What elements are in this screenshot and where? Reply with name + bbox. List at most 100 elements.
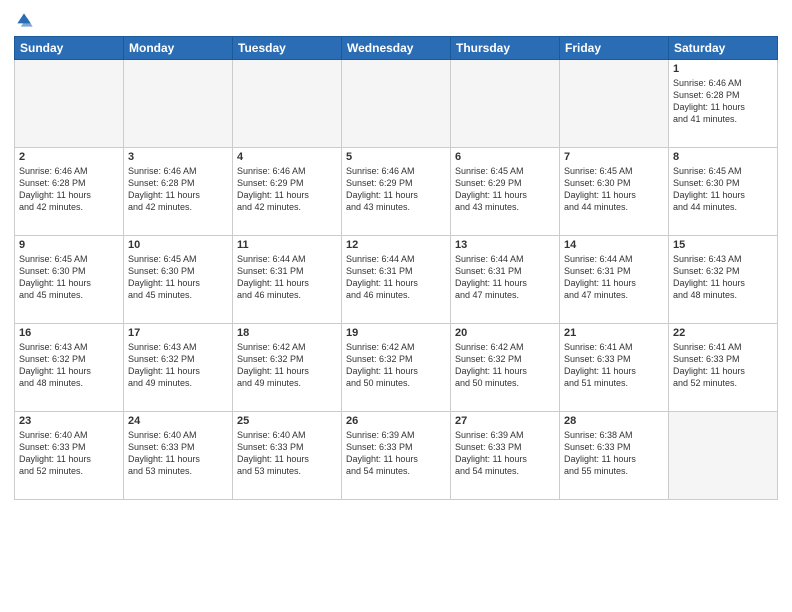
day-number: 7 [564,151,664,163]
day-number: 19 [346,327,446,339]
day-number: 22 [673,327,773,339]
weekday-header-saturday: Saturday [669,37,778,60]
weekday-header-thursday: Thursday [451,37,560,60]
day-cell: 3 Sunrise: 6:46 AM Sunset: 6:28 PM Daylig… [124,148,233,236]
day-info: Sunrise: 6:45 AM Sunset: 6:30 PM Dayligh… [19,253,119,302]
day-number: 18 [237,327,337,339]
week-row-4: 23 Sunrise: 6:40 AM Sunset: 6:33 PM Dayli… [15,412,778,500]
day-info: Sunrise: 6:42 AM Sunset: 6:32 PM Dayligh… [237,341,337,390]
day-cell: 4 Sunrise: 6:46 AM Sunset: 6:29 PM Daylig… [233,148,342,236]
day-number: 16 [19,327,119,339]
day-number: 8 [673,151,773,163]
day-info: Sunrise: 6:40 AM Sunset: 6:33 PM Dayligh… [128,429,228,478]
day-number: 26 [346,415,446,427]
weekday-header-row: SundayMondayTuesdayWednesdayThursdayFrid… [15,37,778,60]
day-cell: 8 Sunrise: 6:45 AM Sunset: 6:30 PM Daylig… [669,148,778,236]
day-number: 17 [128,327,228,339]
day-cell: 28 Sunrise: 6:38 AM Sunset: 6:33 PM Dayli… [560,412,669,500]
header [14,10,778,30]
day-number: 21 [564,327,664,339]
day-info: Sunrise: 6:45 AM Sunset: 6:30 PM Dayligh… [564,165,664,214]
day-info: Sunrise: 6:45 AM Sunset: 6:30 PM Dayligh… [673,165,773,214]
calendar-table: SundayMondayTuesdayWednesdayThursdayFrid… [14,36,778,500]
day-info: Sunrise: 6:39 AM Sunset: 6:33 PM Dayligh… [455,429,555,478]
day-info: Sunrise: 6:42 AM Sunset: 6:32 PM Dayligh… [455,341,555,390]
day-number: 13 [455,239,555,251]
day-number: 6 [455,151,555,163]
week-row-1: 2 Sunrise: 6:46 AM Sunset: 6:28 PM Daylig… [15,148,778,236]
logo-icon [14,10,34,30]
day-cell: 15Sunrise: 6:43 AM Sunset: 6:32 PM Dayli… [669,236,778,324]
day-number: 3 [128,151,228,163]
day-cell: 10 Sunrise: 6:45 AM Sunset: 6:30 PM Dayli… [124,236,233,324]
page: SundayMondayTuesdayWednesdayThursdayFrid… [0,0,792,612]
day-cell: 6 Sunrise: 6:45 AM Sunset: 6:29 PM Daylig… [451,148,560,236]
day-cell: 19 Sunrise: 6:42 AM Sunset: 6:32 PM Dayli… [342,324,451,412]
weekday-header-sunday: Sunday [15,37,124,60]
day-info: Sunrise: 6:40 AM Sunset: 6:33 PM Dayligh… [19,429,119,478]
day-cell: 9 Sunrise: 6:45 AM Sunset: 6:30 PM Daylig… [15,236,124,324]
day-cell: 24 Sunrise: 6:40 AM Sunset: 6:33 PM Dayli… [124,412,233,500]
day-info: Sunrise: 6:38 AM Sunset: 6:33 PM Dayligh… [564,429,664,478]
day-number: 2 [19,151,119,163]
day-cell: 25 Sunrise: 6:40 AM Sunset: 6:33 PM Dayli… [233,412,342,500]
day-number: 28 [564,415,664,427]
day-info: Sunrise: 6:44 AM Sunset: 6:31 PM Dayligh… [346,253,446,302]
day-cell: 7 Sunrise: 6:45 AM Sunset: 6:30 PM Daylig… [560,148,669,236]
day-cell: 26 Sunrise: 6:39 AM Sunset: 6:33 PM Dayli… [342,412,451,500]
week-row-2: 9 Sunrise: 6:45 AM Sunset: 6:30 PM Daylig… [15,236,778,324]
day-info: Sunrise: 6:46 AM Sunset: 6:28 PM Dayligh… [128,165,228,214]
day-cell [342,60,451,148]
day-number: 9 [19,239,119,251]
day-cell: 21 Sunrise: 6:41 AM Sunset: 6:33 PM Dayli… [560,324,669,412]
day-number: 1 [673,63,773,75]
logo [14,10,38,30]
day-cell: 27Sunrise: 6:39 AM Sunset: 6:33 PM Dayli… [451,412,560,500]
day-number: 20 [455,327,555,339]
day-number: 24 [128,415,228,427]
day-info: Sunrise: 6:44 AM Sunset: 6:31 PM Dayligh… [564,253,664,302]
day-cell: 18 Sunrise: 6:42 AM Sunset: 6:32 PM Dayli… [233,324,342,412]
day-info: Sunrise: 6:45 AM Sunset: 6:29 PM Dayligh… [455,165,555,214]
day-cell [124,60,233,148]
day-info: Sunrise: 6:42 AM Sunset: 6:32 PM Dayligh… [346,341,446,390]
day-info: Sunrise: 6:44 AM Sunset: 6:31 PM Dayligh… [237,253,337,302]
day-info: Sunrise: 6:46 AM Sunset: 6:28 PM Dayligh… [19,165,119,214]
day-number: 12 [346,239,446,251]
week-row-3: 16 Sunrise: 6:43 AM Sunset: 6:32 PM Dayli… [15,324,778,412]
day-info: Sunrise: 6:46 AM Sunset: 6:28 PM Dayligh… [673,77,773,126]
day-cell: 20 Sunrise: 6:42 AM Sunset: 6:32 PM Dayli… [451,324,560,412]
day-cell: 5Sunrise: 6:46 AM Sunset: 6:29 PM Daylig… [342,148,451,236]
day-number: 23 [19,415,119,427]
day-number: 25 [237,415,337,427]
day-info: Sunrise: 6:39 AM Sunset: 6:33 PM Dayligh… [346,429,446,478]
day-number: 10 [128,239,228,251]
day-cell [233,60,342,148]
day-cell: 1 Sunrise: 6:46 AM Sunset: 6:28 PM Daylig… [669,60,778,148]
day-cell: 17 Sunrise: 6:43 AM Sunset: 6:32 PM Dayli… [124,324,233,412]
day-info: Sunrise: 6:44 AM Sunset: 6:31 PM Dayligh… [455,253,555,302]
day-cell [560,60,669,148]
day-cell [451,60,560,148]
day-cell: 16 Sunrise: 6:43 AM Sunset: 6:32 PM Dayli… [15,324,124,412]
day-info: Sunrise: 6:45 AM Sunset: 6:30 PM Dayligh… [128,253,228,302]
day-info: Sunrise: 6:43 AM Sunset: 6:32 PM Dayligh… [673,253,773,302]
day-info: Sunrise: 6:40 AM Sunset: 6:33 PM Dayligh… [237,429,337,478]
day-cell: 13 Sunrise: 6:44 AM Sunset: 6:31 PM Dayli… [451,236,560,324]
day-info: Sunrise: 6:43 AM Sunset: 6:32 PM Dayligh… [128,341,228,390]
day-info: Sunrise: 6:43 AM Sunset: 6:32 PM Dayligh… [19,341,119,390]
day-info: Sunrise: 6:46 AM Sunset: 6:29 PM Dayligh… [237,165,337,214]
weekday-header-wednesday: Wednesday [342,37,451,60]
day-number: 11 [237,239,337,251]
day-number: 4 [237,151,337,163]
weekday-header-tuesday: Tuesday [233,37,342,60]
day-cell [15,60,124,148]
day-number: 5 [346,151,446,163]
day-cell: 23 Sunrise: 6:40 AM Sunset: 6:33 PM Dayli… [15,412,124,500]
day-number: 14 [564,239,664,251]
week-row-0: 1 Sunrise: 6:46 AM Sunset: 6:28 PM Daylig… [15,60,778,148]
day-cell: 11 Sunrise: 6:44 AM Sunset: 6:31 PM Dayli… [233,236,342,324]
day-info: Sunrise: 6:41 AM Sunset: 6:33 PM Dayligh… [564,341,664,390]
day-cell: 22Sunrise: 6:41 AM Sunset: 6:33 PM Dayli… [669,324,778,412]
day-cell: 14 Sunrise: 6:44 AM Sunset: 6:31 PM Dayli… [560,236,669,324]
